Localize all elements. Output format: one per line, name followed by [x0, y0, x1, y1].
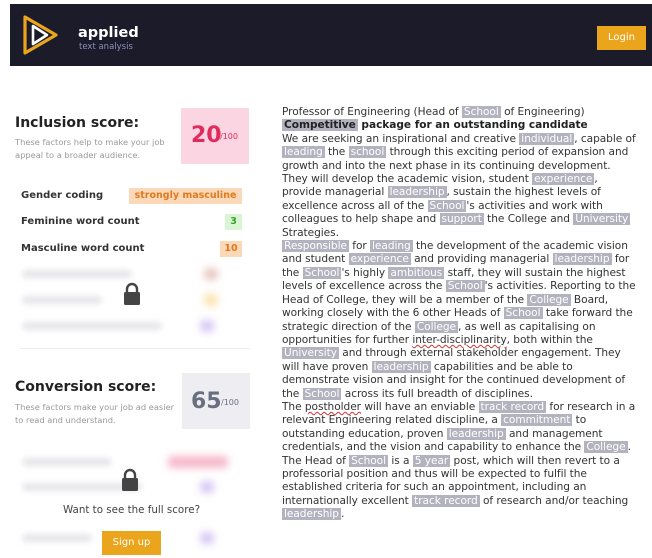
text-segment: is a: [388, 454, 413, 467]
gender-coding-badge: strongly masculine: [129, 188, 242, 204]
highlighted-word: leadership: [387, 186, 447, 199]
locked-row: [22, 322, 162, 330]
locked-row-badge: [200, 532, 214, 544]
lock-icon: [124, 282, 140, 305]
inclusion-score-description: These factors help to make your job appe…: [15, 137, 165, 160]
text-segment: across its full breadth of disciplines.: [341, 387, 533, 400]
highlighted-word: leadership: [282, 508, 341, 521]
highlighted-word: leadership: [552, 253, 612, 266]
highlighted-word: school: [348, 146, 387, 159]
masculine-word-count-label: Masculine word count: [21, 243, 145, 254]
text-segment: Professor of Engineering (Head of: [282, 106, 462, 118]
text-segment: the: [324, 146, 349, 159]
highlighted-word: School: [302, 387, 342, 400]
logo-mark: [23, 15, 58, 55]
text-segment: package for an outstanding candidate: [357, 119, 588, 132]
conversion-score-title: Conversion score:: [15, 379, 157, 395]
highlighted-word: leading: [282, 146, 325, 159]
highlighted-word: College: [527, 293, 571, 306]
full-score-prompt: Want to see the full score?: [63, 504, 201, 516]
highlighted-word: University: [282, 347, 339, 360]
text-segment: of Engineering): [500, 106, 585, 118]
inclusion-score-box: 20 /100: [181, 108, 249, 164]
highlighted-word: leadership: [371, 360, 431, 373]
highlighted-word: School: [461, 106, 501, 118]
highlighted-word: track record: [412, 494, 480, 507]
locked-row-badge: [204, 294, 218, 306]
top-bar: applied text analysis Login: [10, 4, 652, 66]
flagged-word: postholder: [304, 400, 361, 413]
locked-row: [22, 458, 112, 466]
highlighted-word: track record: [478, 400, 547, 413]
brand-name: applied: [78, 25, 139, 41]
signup-button[interactable]: Sign up: [102, 531, 161, 555]
conversion-score-box: 65 /100: [182, 373, 250, 429]
highlighted-word: Competitive: [282, 119, 358, 132]
highlighted-word: School: [445, 280, 485, 293]
locked-row: [22, 270, 132, 278]
conversion-score-description: These factors make your job ad easier to…: [15, 402, 175, 425]
text-segment: Strategies.: [282, 226, 339, 239]
text-segment: for: [348, 240, 371, 253]
highlighted-word: leading: [370, 240, 413, 253]
text-segment: will have an enviable: [361, 400, 479, 413]
conversion-score-value: 65: [191, 389, 222, 414]
highlighted-word: College: [414, 320, 459, 333]
brand-subtitle: text analysis: [79, 42, 133, 52]
locked-row-badge: [204, 268, 218, 280]
highlighted-word: ambitious: [388, 266, 445, 279]
inclusion-score-value: 20: [191, 123, 222, 148]
highlighted-word: support: [439, 213, 484, 226]
highlighted-word: School: [349, 454, 388, 467]
locked-row-badge: [168, 456, 228, 468]
gender-coding-label: Gender coding: [21, 190, 104, 201]
highlighted-word: experience: [348, 253, 411, 266]
lock-icon: [122, 468, 138, 491]
job-ad-text: Professor of Engineering (Head of School…: [282, 106, 636, 522]
feminine-word-count-label: Feminine word count: [21, 216, 140, 227]
text-segment: 's highly: [341, 266, 389, 279]
highlighted-word: individual: [519, 132, 575, 145]
highlighted-word: Responsible: [282, 240, 349, 253]
text-segment: The: [282, 400, 305, 413]
text-segment: , capable of: [574, 132, 636, 145]
highlighted-word: experience: [532, 173, 595, 186]
locked-row-badge: [200, 481, 214, 493]
conversion-score-max: /100: [221, 398, 239, 407]
locked-row-badge: [200, 320, 214, 332]
text-segment: We are seeking an inspirational and crea…: [282, 132, 520, 145]
highlighted-word: College: [584, 441, 628, 454]
text-segment: and providing managerial: [410, 253, 553, 266]
masculine-word-count-badge: 10: [220, 241, 242, 257]
highlighted-word: University: [573, 213, 631, 226]
text-segment: , both within the: [506, 333, 593, 346]
locked-row: [22, 296, 102, 304]
flagged-word: inter-disciplinarity: [412, 333, 507, 346]
score-panel: Inclusion score: These factors help to m…: [0, 66, 265, 558]
text-segment: the College and: [483, 213, 574, 226]
highlighted-word: School: [503, 307, 543, 320]
locked-row: [22, 534, 92, 542]
text-segment: .: [340, 508, 345, 521]
highlighted-word: 5 year: [412, 454, 451, 467]
highlighted-word: School: [427, 199, 467, 212]
highlighted-word: commitment: [501, 414, 573, 427]
highlighted-word: leadership: [446, 427, 506, 440]
inclusion-score-title: Inclusion score:: [15, 115, 140, 131]
text-segment: of research and/or teaching: [479, 494, 629, 507]
login-button[interactable]: Login: [597, 26, 646, 50]
inclusion-score-max: /100: [220, 132, 238, 141]
feminine-word-count-badge: 3: [225, 214, 242, 230]
highlighted-word: School: [302, 266, 342, 279]
divider: [20, 348, 250, 349]
